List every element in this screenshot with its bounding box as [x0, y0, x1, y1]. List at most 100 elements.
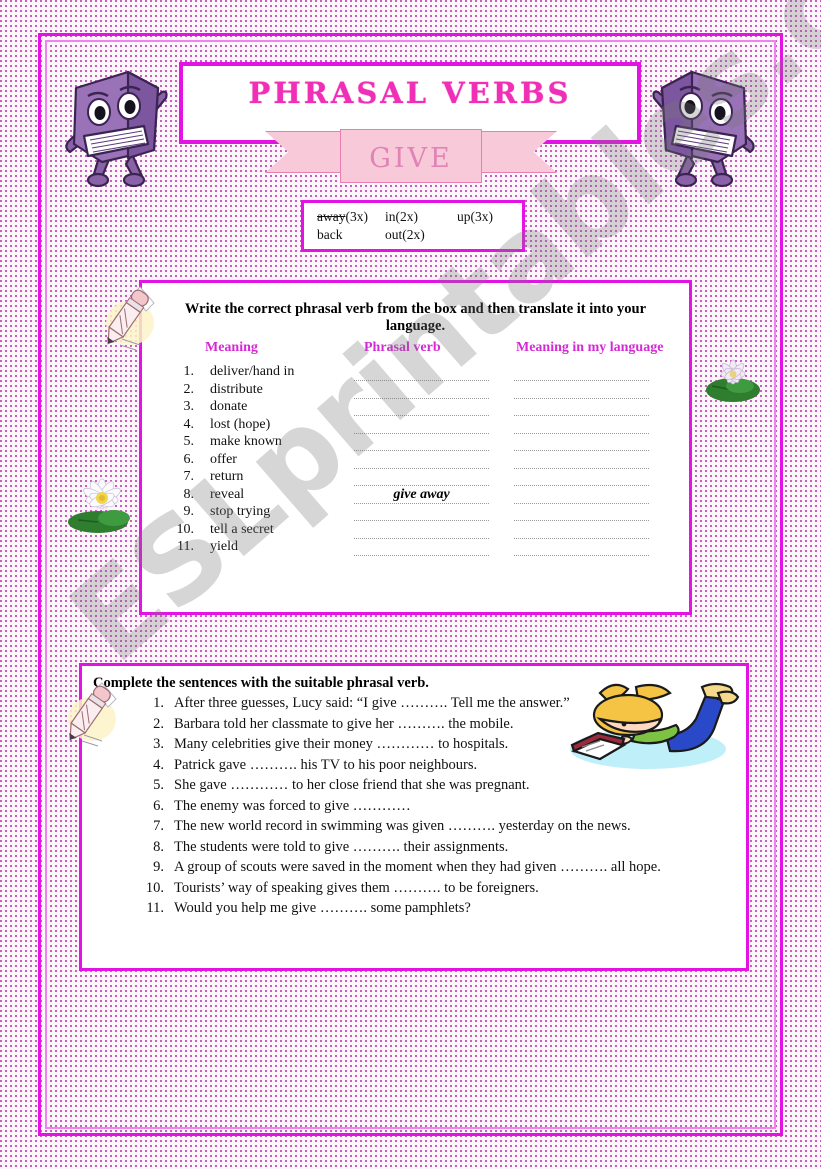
table-row: 7. return — [142, 469, 689, 487]
word-bank-row: back out(2x) — [317, 226, 493, 244]
sentence-number: 5. — [153, 777, 164, 793]
sentence-text[interactable]: She gave ………… to her close friend that s… — [174, 777, 530, 794]
list-item: 10. Tourists’ way of speaking gives them… — [82, 880, 746, 901]
phrasal-verb-answer: give away — [354, 486, 489, 503]
phrasal-verb-blank[interactable] — [354, 385, 489, 399]
girl-reading-icon — [566, 679, 741, 776]
phrasal-verb-blank[interactable] — [354, 525, 489, 539]
phrasal-verb-blank[interactable] — [354, 437, 489, 452]
word-away: away — [317, 209, 346, 224]
row-meaning: stop trying — [210, 504, 271, 520]
my-language-blank[interactable] — [514, 507, 649, 522]
row-number: 6. — [183, 451, 195, 467]
word-bank-cell: away(3x) — [317, 208, 385, 226]
column-header-meaning: Meaning — [205, 340, 258, 356]
table-row: 4. lost (hope) — [142, 417, 689, 435]
column-header-phrasal-verb: Phrasal verb — [364, 340, 441, 356]
sentence-number: 4. — [153, 756, 164, 773]
sentence-text[interactable]: The enemy was forced to give ………… — [174, 798, 411, 815]
my-language-blank[interactable] — [514, 437, 649, 452]
word-back: back — [317, 227, 343, 242]
my-language-blank[interactable] — [514, 525, 649, 539]
row-meaning: tell a secret — [210, 521, 274, 537]
phrasal-verb-blank[interactable] — [354, 420, 489, 434]
my-language-blank[interactable] — [514, 367, 649, 382]
row-number: 11. — [177, 539, 194, 555]
sentence-text[interactable]: The students were told to give ………. thei… — [174, 839, 508, 856]
sentence-text[interactable]: The new world record in swimming was giv… — [174, 818, 631, 835]
sentence-number: 8. — [153, 838, 164, 855]
row-number: 9. — [183, 504, 195, 520]
list-item: 8. The students were told to give ………. t… — [82, 839, 746, 860]
row-meaning: offer — [210, 451, 237, 467]
word-up: up(3x) — [457, 209, 493, 224]
sentence-text[interactable]: Barbara told her classmate to give her …… — [174, 716, 513, 733]
sentence-number: 7. — [153, 818, 164, 834]
sentence-text[interactable]: After three guesses, Lucy said: “I give … — [174, 695, 570, 712]
row-meaning: return — [210, 469, 244, 485]
my-language-blank[interactable] — [514, 542, 649, 557]
phrasal-verb-blank[interactable] — [354, 402, 489, 417]
phrasal-verb-blank[interactable] — [354, 455, 489, 469]
water-lily-icon — [700, 352, 766, 413]
my-language-blank[interactable] — [514, 385, 649, 399]
sentence-text[interactable]: A group of scouts were saved in the mome… — [174, 859, 661, 876]
phrasal-verb-blank[interactable] — [354, 367, 489, 382]
row-number: 4. — [183, 416, 195, 432]
row-number: 5. — [183, 434, 195, 450]
table-row: 10. tell a secret — [142, 522, 689, 540]
word-bank-box: away(3x) in(2x) up(3x) back out(2x) — [301, 200, 525, 252]
table-row: 9. stop trying — [142, 504, 689, 522]
table-row: 3. donate — [142, 399, 689, 417]
word-away-count: (3x) — [345, 209, 368, 224]
word-bank-table: away(3x) in(2x) up(3x) back out(2x) — [317, 208, 493, 244]
water-lily-icon — [62, 470, 144, 543]
sentence-number: 9. — [153, 859, 164, 875]
page-title: PHRASAL VERBS — [248, 76, 572, 110]
row-number: 8. — [183, 486, 195, 502]
row-meaning: reveal — [210, 486, 245, 502]
list-item: 5. She gave ………… to her close friend tha… — [82, 777, 746, 798]
exercise-1-column-headers: Meaning Phrasal verb Meaning in my langu… — [142, 340, 689, 362]
my-language-blank[interactable] — [514, 455, 649, 469]
phrasal-verb-blank[interactable] — [354, 542, 489, 557]
row-meaning: deliver/hand in — [210, 364, 295, 380]
sentence-text[interactable]: Many celebrities give their money ………… t… — [174, 736, 508, 753]
sentence-text[interactable]: Tourists’ way of speaking gives them ………… — [174, 880, 539, 897]
sentence-number: 3. — [153, 736, 164, 752]
sentence-number: 6. — [153, 797, 164, 814]
my-language-blank[interactable] — [514, 420, 649, 434]
banner-center: GIVE — [340, 129, 482, 183]
my-language-blank[interactable] — [514, 472, 649, 487]
table-row: 8. reveal give away — [142, 486, 689, 505]
phrasal-verb-blank[interactable] — [354, 472, 489, 487]
phrasal-verb-blank[interactable] — [354, 507, 489, 522]
column-header-my-language: Meaning in my language — [516, 340, 664, 356]
book-mascot-right-icon — [652, 58, 758, 193]
row-number: 3. — [183, 399, 195, 415]
pencil-icon — [58, 677, 124, 756]
banner-label: GIVE — [369, 143, 453, 174]
word-bank-empty — [457, 226, 493, 244]
sentence-number: 2. — [153, 715, 164, 732]
row-number: 2. — [183, 381, 195, 397]
exercise-1-rows: 1. deliver/hand in 2. distribute 3. dona… — [142, 364, 689, 557]
row-meaning: lost (hope) — [210, 416, 271, 432]
my-language-blank[interactable] — [514, 402, 649, 417]
word-in: in(2x) — [385, 209, 418, 224]
table-row: 2. distribute — [142, 382, 689, 400]
sentence-number: 10. — [145, 879, 164, 896]
give-banner: GIVE — [265, 129, 557, 183]
table-row: 5. make known — [142, 434, 689, 452]
table-row: 1. deliver/hand in — [142, 364, 689, 382]
word-out: out(2x) — [385, 227, 425, 242]
row-meaning: distribute — [210, 381, 263, 397]
row-number: 7. — [183, 469, 195, 485]
sentence-number: 1. — [153, 695, 164, 711]
my-language-blank[interactable] — [514, 490, 649, 504]
word-bank-row: away(3x) in(2x) up(3x) — [317, 208, 493, 226]
sentence-text[interactable]: Would you help me give ………. some pamphle… — [174, 900, 471, 917]
pencil-icon — [96, 281, 162, 360]
sentence-number: 11. — [146, 900, 164, 916]
sentence-text[interactable]: Patrick gave ………. his TV to his poor nei… — [174, 757, 477, 774]
